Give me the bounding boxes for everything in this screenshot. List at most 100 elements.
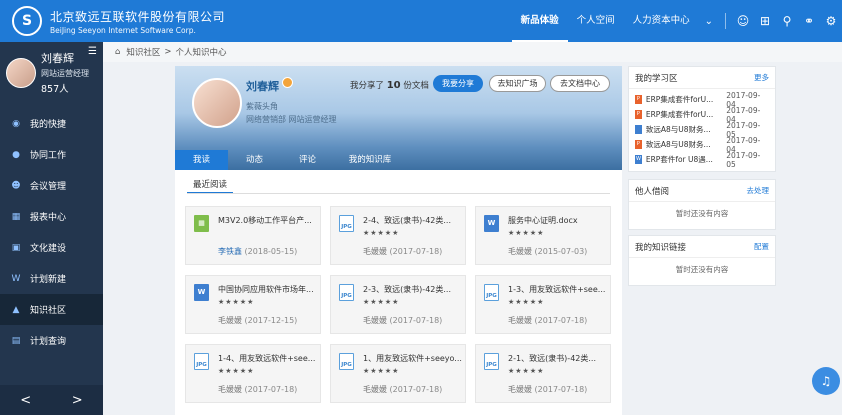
- profile-title: 网站运营经理: [41, 69, 89, 78]
- sidebar-item-plan-new[interactable]: W 计划新建: [0, 263, 103, 294]
- image-file-icon: JPG: [339, 353, 354, 370]
- more-link[interactable]: 更多: [754, 72, 769, 83]
- sidebar-item-meeting[interactable]: ☻ 会议管理: [0, 170, 103, 201]
- rating-stars: ★★★★★: [363, 229, 400, 237]
- brand-name-en: BeiJing Seeyon Internet Software Corp.: [50, 25, 196, 35]
- image-file-icon: JPG: [484, 353, 499, 370]
- sidebar: 刘春辉 网站运营经理 857人 ☰ ◉ 我的快捷 ● 协同工作 ☻ 会议管理 ▦…: [0, 42, 103, 415]
- topnav-personal-space[interactable]: 个人空间: [568, 0, 624, 42]
- tab-comments[interactable]: 评论: [281, 150, 334, 170]
- doc-card[interactable]: JPG 2-3、致远(隶书)-42类... ★★★★★ 毛媛媛 (2017-07-18…: [330, 275, 466, 334]
- avatar[interactable]: [6, 58, 36, 88]
- sidebar-item-collaboration[interactable]: ● 协同工作: [0, 139, 103, 170]
- sidebar-item-label: 会议管理: [30, 182, 67, 192]
- search-icon[interactable]: ⚲: [776, 14, 798, 28]
- rating-stars: ★★★★★: [363, 367, 400, 375]
- settings-icon[interactable]: ⚙: [820, 14, 842, 28]
- doc-center-button[interactable]: 去文档中心: [550, 75, 610, 92]
- doc-meta: 毛媛媛 (2017-12-15): [218, 315, 297, 326]
- doc-author: 毛媛媛: [218, 385, 242, 394]
- doc-card[interactable]: JPG 1-3、用友致远软件+see... ★★★★★ 毛媛媛 (2017-07-18…: [475, 275, 611, 334]
- sidebar-item-label: 协同工作: [30, 151, 67, 161]
- brand-text: 北京致远互联软件股份有限公司 BeiJing Seeyon Internet S…: [50, 8, 225, 35]
- tab-my-reading[interactable]: 我读: [175, 150, 228, 170]
- breadcrumb-root[interactable]: 知识社区: [126, 46, 160, 58]
- avatar[interactable]: [192, 78, 242, 128]
- config-link[interactable]: 配置: [754, 241, 769, 252]
- tab-activity[interactable]: 动态: [228, 150, 281, 170]
- sidebar-item-knowledge[interactable]: ▲ 知识社区: [0, 294, 103, 325]
- sidebar-profile[interactable]: 刘春辉 网站运营经理 857人 ☰: [0, 42, 103, 108]
- menu-toggle-icon[interactable]: ☰: [88, 46, 97, 57]
- process-link[interactable]: 去处理: [747, 185, 770, 196]
- doc-title[interactable]: 2-1、致远(隶书)-42类...: [508, 353, 608, 364]
- doc-title[interactable]: 中国协同应用软件市场年...: [218, 284, 318, 295]
- user-search-icon[interactable]: ☺: [732, 14, 754, 28]
- topnav-new-products[interactable]: 新品体验: [511, 0, 568, 42]
- doc-title[interactable]: 1、用友致远软件+seeyo...: [363, 353, 463, 364]
- breadcrumb: ⌂ 知识社区 > 个人知识中心: [103, 42, 842, 62]
- sidebar-item-report[interactable]: ▦ 报表中心: [0, 201, 103, 232]
- doc-meta: 李铁鑫 (2018-05-15): [218, 246, 297, 257]
- doc-title[interactable]: 1-3、用友致远软件+see...: [508, 284, 608, 295]
- borrow-header: 他人借阅 去处理: [629, 180, 775, 202]
- prev-arrow-icon[interactable]: <: [20, 393, 31, 408]
- study-item-title[interactable]: 致远A8与U8财务...: [646, 124, 726, 135]
- image-file-icon: JPG: [194, 353, 209, 370]
- sidebar-item-culture[interactable]: ▣ 文化建设: [0, 232, 103, 263]
- doc-date: (2015-07-03): [534, 247, 588, 256]
- doc-title[interactable]: 2-4、致远(隶书)-42类...: [363, 215, 463, 226]
- knowledge-square-button[interactable]: 去知识广场: [489, 75, 546, 92]
- doc-author: 毛媛媛: [363, 316, 387, 325]
- image-file-icon: JPG: [484, 284, 499, 301]
- doc-card[interactable]: JPG 1、用友致远软件+seeyo... ★★★★★ 毛媛媛 (2017-07-18…: [330, 344, 466, 403]
- next-arrow-icon[interactable]: >: [72, 393, 83, 408]
- links-title: 我的知识链接: [635, 242, 687, 253]
- shortcut-icon: ◉: [12, 118, 20, 129]
- study-item-title[interactable]: 致远A8与U8财务...: [646, 139, 726, 150]
- doc-card[interactable]: W 服务中心证明.docx ★★★★★ 毛媛媛 (2015-07-03): [475, 206, 611, 265]
- sidebar-item-plan-query[interactable]: ▤ 计划查询: [0, 325, 103, 356]
- banner-user-title: 紫薇头角: [246, 102, 278, 111]
- message-icon[interactable]: ⚭: [798, 14, 820, 28]
- doc-title[interactable]: 2-3、致远(隶书)-42类...: [363, 284, 463, 295]
- doc-card[interactable]: JPG 2-4、致远(隶书)-42类... ★★★★★ 毛媛媛 (2017-07-18…: [330, 206, 466, 265]
- home-icon[interactable]: ⌂: [115, 47, 120, 57]
- doc-title[interactable]: 服务中心证明.docx: [508, 215, 608, 226]
- doc-author: 毛媛媛: [363, 385, 387, 394]
- profile-count: 857人: [41, 84, 69, 95]
- doc-card[interactable]: JPG 1-4、用友致远软件+see... ★★★★★ 毛媛媛 (2017-07-18…: [185, 344, 321, 403]
- notification-bell-icon[interactable]: ♫: [812, 367, 840, 395]
- sidebar-item-shortcuts[interactable]: ◉ 我的快捷: [0, 108, 103, 139]
- doc-date: (2017-07-18): [534, 316, 588, 325]
- doc-meta: 毛媛媛 (2017-07-18): [363, 246, 442, 257]
- brand-logo[interactable]: S 北京致远互联软件股份有限公司 BeiJing Seeyon Internet…: [0, 6, 260, 36]
- doc-card[interactable]: W 中国协同应用软件市场年... ★★★★★ 毛媛媛 (2017-12-15): [185, 275, 321, 334]
- collaboration-icon: ●: [12, 149, 20, 160]
- study-item[interactable]: W ERP套件for U8遇... 2017-09-05: [629, 151, 775, 169]
- doc-title[interactable]: M3V2.0移动工作平台产...: [218, 215, 318, 226]
- doc-date: (2018-05-15): [244, 247, 298, 256]
- medal-icon: [282, 77, 293, 88]
- topnav-hr-center[interactable]: 人力资本中心: [624, 0, 699, 42]
- doc-author: 毛媛媛: [508, 385, 532, 394]
- word-file-icon: W: [194, 284, 209, 301]
- chevron-down-icon[interactable]: ⌄: [699, 16, 719, 27]
- doc-date: (2017-12-15): [244, 316, 298, 325]
- study-item-title[interactable]: ERP集成套件forU...: [646, 94, 726, 105]
- study-area-header: 我的学习区 更多: [629, 67, 775, 89]
- doc-author[interactable]: 李铁鑫: [218, 247, 242, 256]
- sidebar-pager: < >: [0, 385, 103, 415]
- knowledge-icon: ▲: [12, 304, 20, 315]
- doc-card[interactable]: JPG 2-1、致远(隶书)-42类... ★★★★★ 毛媛媛 (2017-07-18…: [475, 344, 611, 403]
- study-item-title[interactable]: ERP集成套件forU...: [646, 109, 726, 120]
- doc-title[interactable]: 1-4、用友致远软件+see...: [218, 353, 318, 364]
- banner-user-name: 刘春辉: [246, 80, 279, 93]
- tab-my-library[interactable]: 我的知识库: [334, 150, 406, 170]
- study-area-title: 我的学习区: [635, 73, 678, 84]
- doc-card[interactable]: ▦ M3V2.0移动工作平台产... 李铁鑫 (2018-05-15): [185, 206, 321, 265]
- share-button[interactable]: 我要分享: [433, 75, 483, 92]
- section-divider: [187, 193, 610, 194]
- study-item-title[interactable]: ERP套件for U8遇...: [646, 154, 726, 165]
- apps-icon[interactable]: ⊞: [754, 14, 776, 28]
